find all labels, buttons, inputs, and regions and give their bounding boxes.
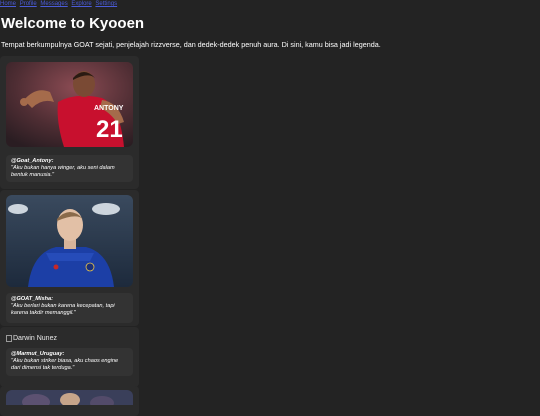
nav-link-settings[interactable]: Settings (95, 1, 117, 7)
player-photo (6, 390, 133, 405)
post-caption-antony: @Goat_Antony: "Aku bukan hanya winger, a… (6, 155, 133, 182)
broken-image[interactable]: Darwin Nunez (6, 334, 57, 343)
post-handle[interactable]: @Marmut_Uruguay: (11, 351, 128, 358)
nav-link-messages[interactable]: Messages (40, 1, 67, 7)
nav-link-home[interactable]: Home (0, 1, 16, 7)
post-quote: "Aku bukan striker biasa, aku chaos engi… (11, 358, 119, 371)
post-quote: "Aku bukan hanya winger, aku seni dalam … (11, 165, 115, 178)
post-caption-nunez: @Marmut_Uruguay: "Aku bukan striker bias… (6, 348, 133, 376)
nav-link-explore[interactable]: Explore (71, 1, 91, 7)
post-photo-antony[interactable]: ANTONY 21 (6, 62, 133, 147)
post-handle[interactable]: @Goat_Antony: (11, 158, 128, 165)
player-photo (6, 195, 133, 287)
broken-image-icon (6, 335, 12, 342)
nav-link-profile[interactable]: Profile (20, 1, 37, 7)
image-alt-text: Darwin Nunez (13, 335, 57, 342)
post-quote: "Aku berlari bukan karena kecepatan, tap… (11, 303, 115, 316)
intro-text: Tempat berkumpulnya GOAT sejati, penjela… (1, 40, 381, 49)
post-handle[interactable]: @GOAT_Misha: (11, 296, 128, 303)
post-caption-misha: @GOAT_Misha: "Aku berlari bukan karena k… (6, 293, 133, 323)
svg-text:ANTONY: ANTONY (94, 105, 124, 112)
top-nav: Home Profile Messages Explore Settings (0, 0, 119, 8)
svg-text:21: 21 (96, 116, 123, 143)
post-photo-misha[interactable] (6, 195, 133, 287)
player-photo: ANTONY 21 (6, 62, 133, 147)
page-title: Welcome to Kyooen (1, 15, 145, 32)
post-photo-next[interactable] (6, 390, 133, 405)
